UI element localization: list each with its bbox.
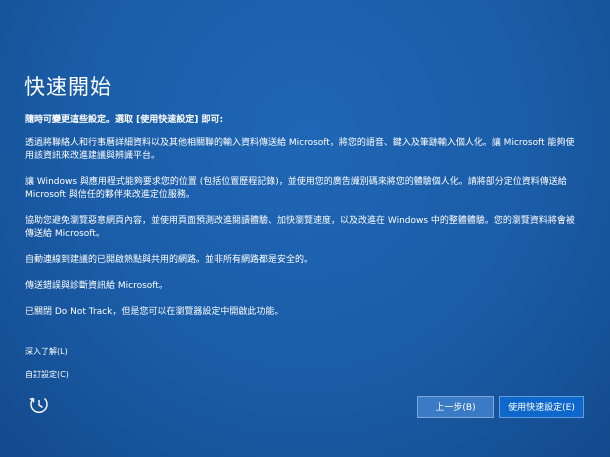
- customize-settings-link[interactable]: 自訂設定(C): [25, 369, 69, 381]
- back-button[interactable]: 上一步(B): [417, 396, 494, 418]
- page-title: 快速開始: [24, 75, 112, 99]
- links-area: 深入了解(L) 自訂設定(C): [25, 346, 69, 381]
- learn-more-link[interactable]: 深入了解(L): [25, 346, 69, 358]
- ease-of-access-icon[interactable]: [28, 394, 50, 416]
- paragraph-diagnostics: 傳送錯誤與診斷資訊給 Microsoft。: [25, 281, 168, 291]
- paragraph-hotspots: 自動連線到建議的已開啟熱點與共用的網路。並非所有網路都是安全的。: [25, 255, 314, 265]
- paragraph-speech-input: 透過將聯絡人和行事曆詳細資料以及其他相關聯的輸入資料傳送給 Microsoft，…: [25, 138, 575, 161]
- settings-description: 隨時可變更這些設定。選取 [使用快速設定] 即可: 透過將聯絡人和行事曆詳細資料…: [25, 114, 580, 332]
- paragraph-location: 讓 Windows 與應用程式能夠要求您的位置 (包括位置歷程記錄)，並使用您的…: [25, 177, 567, 200]
- setup-page: 快速開始 隨時可變更這些設定。選取 [使用快速設定] 即可: 透過將聯絡人和行事…: [0, 0, 610, 457]
- intro-text: 隨時可變更這些設定。選取 [使用快速設定] 即可:: [25, 115, 224, 125]
- use-express-settings-button[interactable]: 使用快速設定(E): [499, 396, 584, 418]
- paragraph-do-not-track: 已關閉 Do Not Track，但是您可以在瀏覽器設定中開啟此功能。: [25, 307, 284, 317]
- paragraph-browsing: 協助您避免瀏覽惡意網頁內容，並使用頁面預測改進閱讀體驗、加快瀏覽速度，以及改進在…: [25, 216, 575, 239]
